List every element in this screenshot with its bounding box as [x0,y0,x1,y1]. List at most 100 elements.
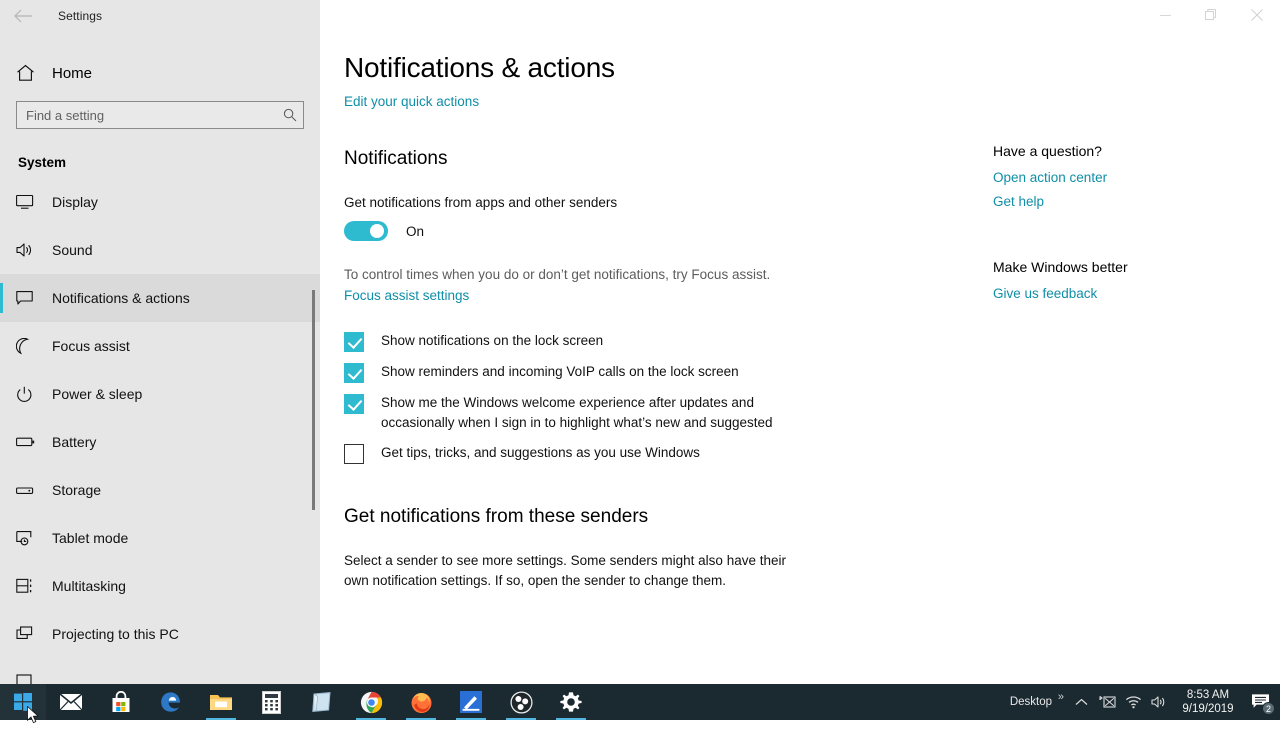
back-button[interactable] [0,0,46,32]
sidebar-scrollbar-thumb[interactable] [312,290,315,510]
settings-window: Settings [0,0,1280,684]
obs-studio-icon [510,691,533,714]
taskbar-obs-studio-button[interactable] [496,684,546,720]
sidebar-nav: Display Sound Notifica [0,178,320,684]
action-center-button[interactable]: 2 [1246,684,1276,720]
taskbar-settings-button[interactable] [546,684,596,720]
close-button[interactable] [1234,0,1280,30]
pen-workspace-icon [1099,695,1116,709]
checkbox-voip-lock-screen[interactable] [344,363,364,383]
checkbox-tips-tricks[interactable] [344,444,364,464]
partial-icon [16,674,46,684]
sidebar-item-multitasking[interactable]: Multitasking [0,562,320,610]
tray-volume-button[interactable] [1146,684,1172,720]
desktop-text: Desktop [1010,696,1052,708]
tray-pen-workspace-button[interactable] [1094,684,1120,720]
search-box[interactable] [16,101,304,129]
sidebar-item-battery[interactable]: Battery [0,418,320,466]
taskbar-chrome-button[interactable] [346,684,396,720]
senders-section-heading: Get notifications from these senders [344,506,1280,528]
app-title: Settings [58,9,102,23]
main-content: Notifications & actions Edit your quick … [320,32,1280,684]
checkbox-row[interactable]: Show reminders and incoming VoIP calls o… [344,362,1280,383]
notifications-toggle[interactable] [344,221,388,241]
get-help-link[interactable]: Get help [993,194,1273,209]
sidebar-item-tablet-mode[interactable]: Tablet mode [0,514,320,562]
restore-button[interactable] [1188,0,1234,30]
senders-description: Select a sender to see more settings. So… [344,551,799,591]
sidebar-item-label: Sound [52,242,92,258]
sidebar-item-projecting-to-this-pc[interactable]: Projecting to this PC [0,610,320,658]
taskbar-clock[interactable]: 8:53 AM 9/19/2019 [1172,684,1246,720]
checkbox-label: Show me the Windows welcome experience a… [381,393,801,433]
sidebar-item-label: Battery [52,434,96,450]
tablet-icon [16,530,46,547]
title-bar: Settings [0,0,1280,32]
search-icon[interactable] [277,108,303,122]
taskbar-store-button[interactable] [96,684,146,720]
window-controls [320,0,1280,32]
sticky-notes-icon [310,691,333,713]
chevron-up-icon [1075,698,1088,707]
checkbox-row[interactable]: Get tips, tricks, and suggestions as you… [344,443,1280,464]
open-action-center-link[interactable]: Open action center [993,170,1273,185]
clock-time: 8:53 AM [1187,688,1229,702]
tray-desktop-label[interactable]: Desktop » [1010,696,1064,708]
tray-show-hidden-icons-button[interactable] [1068,684,1094,720]
help-question-heading: Have a question? [993,143,1273,159]
sidebar-item-power-and-sleep[interactable]: Power & sleep [0,370,320,418]
sidebar-item-notifications-and-actions[interactable]: Notifications & actions [0,274,320,322]
checkbox-row[interactable]: Show notifications on the lock screen [344,331,1280,352]
file-explorer-icon [209,692,233,712]
sidebar-item-partial[interactable] [0,658,320,684]
make-windows-better-heading: Make Windows better [993,259,1273,275]
restore-icon [1205,9,1217,21]
sidebar-item-display[interactable]: Display [0,178,320,226]
taskbar-firefox-button[interactable] [396,684,446,720]
give-us-feedback-link[interactable]: Give us feedback [993,286,1273,301]
sidebar-scrollbar[interactable] [311,290,316,510]
checkbox-row[interactable]: Show me the Windows welcome experience a… [344,393,1280,433]
monitor-icon [16,194,46,210]
search-input[interactable] [17,102,277,128]
taskbar-sticky-notes-button[interactable] [296,684,346,720]
sidebar-item-label: Projecting to this PC [52,626,179,642]
checkbox-lock-screen-notifications[interactable] [344,332,364,352]
battery-icon [16,435,46,449]
mouse-cursor [27,706,40,730]
taskbar-file-explorer-button[interactable] [196,684,246,720]
minimize-button[interactable] [1142,0,1188,30]
sidebar-item-sound[interactable]: Sound [0,226,320,274]
edit-quick-actions-link[interactable]: Edit your quick actions [344,94,479,109]
toggle-knob [370,224,384,238]
taskbar-snip-sketch-button[interactable] [446,684,496,720]
sidebar-item-label: Storage [52,482,101,498]
notification-checkbox-group: Show notifications on the lock screen Sh… [344,331,1280,464]
focus-assist-settings-link[interactable]: Focus assist settings [344,288,469,303]
sidebar-item-storage[interactable]: Storage [0,466,320,514]
taskbar-edge-button[interactable] [146,684,196,720]
edge-icon [159,690,183,714]
taskbar: Desktop » [0,684,1280,720]
taskbar-calculator-button[interactable] [246,684,296,720]
focus-assist-hint: To control times when you do or don’t ge… [344,265,784,285]
sidebar-item-home[interactable]: Home [0,53,320,93]
checkbox-welcome-experience[interactable] [344,394,364,414]
tray-overflow-chevron[interactable]: » [1058,691,1064,703]
tray-wifi-button[interactable] [1120,684,1146,720]
sidebar-item-label: Focus assist [52,338,130,354]
calculator-icon [262,691,281,714]
store-icon [110,691,132,713]
moon-icon [16,338,46,355]
sidebar-item-label: Tablet mode [52,530,128,546]
title-bar-left: Settings [0,0,320,32]
notification-icon [16,290,46,306]
system-tray: Desktop » [1010,684,1280,720]
close-icon [1251,9,1263,21]
sidebar-item-focus-assist[interactable]: Focus assist [0,322,320,370]
volume-icon [1151,695,1168,709]
sidebar-group-title: System [18,155,320,170]
taskbar-mail-button[interactable] [46,684,96,720]
feedback-links: Give us feedback [993,286,1273,301]
checkbox-label: Show notifications on the lock screen [381,331,603,351]
